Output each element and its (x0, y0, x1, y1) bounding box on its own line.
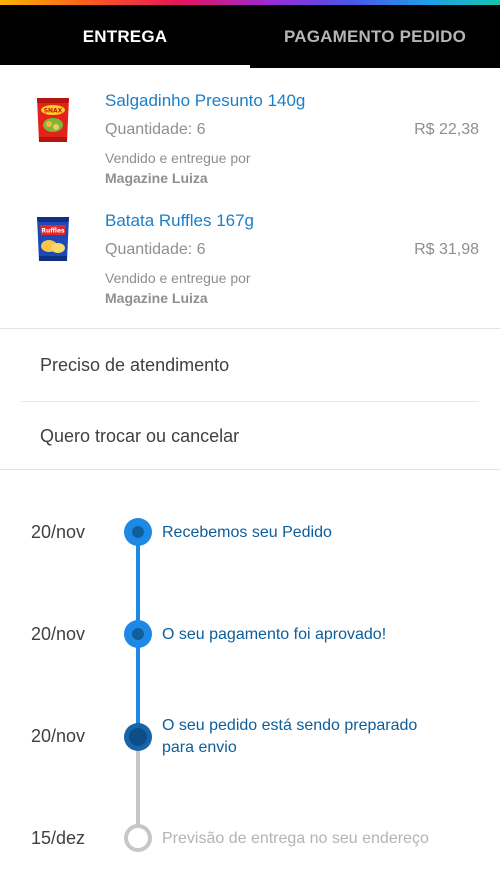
tab-entrega[interactable]: ENTREGA (0, 5, 250, 68)
product-quantity: Quantidade: 6 (105, 121, 206, 138)
svg-text:Ruffles: Ruffles (41, 228, 65, 235)
timeline-date: 20/nov (31, 726, 86, 746)
timeline-current-dot-icon (124, 723, 152, 751)
sold-by-label: Vendido e entregue por (105, 270, 251, 286)
delivery-timeline: 20/nov Recebemos seu Pedido 20/nov O seu… (0, 470, 500, 880)
exchange-cancel-link[interactable]: Quero trocar ou cancelar (40, 426, 239, 447)
product-item[interactable]: SNAX Salgadinho Presunto 140g Quantidade… (0, 68, 500, 193)
timeline-date: 20/nov (31, 624, 86, 644)
timeline-done-dot-icon (124, 518, 152, 546)
timeline-pending-line (136, 737, 140, 837)
timeline-done-dot-icon (124, 620, 152, 648)
seller-name: Magazine Luiza (105, 170, 208, 186)
product-name[interactable]: Batata Ruffles 167g (105, 211, 254, 231)
timeline-event: Recebemos seu Pedido (162, 524, 332, 541)
sold-by-label: Vendido e entregue por (105, 150, 251, 166)
timeline-event: O seu pedido está sendo preparado para e… (162, 715, 417, 759)
tab-pagamento-pedido[interactable]: PAGAMENTO PEDIDO (250, 5, 500, 68)
product-price: R$ 31,98 (414, 241, 479, 258)
divider (0, 328, 500, 329)
tab-entrega-label: ENTREGA (82, 26, 168, 46)
divider (21, 401, 479, 402)
product-item[interactable]: Ruffles Batata Ruffles 167g Quantidade: … (0, 188, 500, 318)
timeline-date: 15/dez (31, 828, 86, 848)
timeline-event: O seu pagamento foi aprovado! (162, 626, 387, 643)
timeline-event-line: para envio (162, 739, 237, 756)
product-quantity: Quantidade: 6 (105, 241, 206, 258)
product-price: R$ 22,38 (414, 121, 479, 138)
snack-bag-red-icon: SNAX (34, 96, 72, 144)
seller-name: Magazine Luiza (105, 290, 208, 306)
svg-text:SNAX: SNAX (44, 108, 63, 115)
tab-bar: ENTREGA PAGAMENTO PEDIDO (0, 5, 500, 68)
timeline-pending-dot-icon (124, 824, 152, 852)
product-name[interactable]: Salgadinho Presunto 140g (105, 91, 305, 111)
timeline-date: 20/nov (31, 522, 86, 542)
snack-bag-blue-icon: Ruffles (34, 215, 72, 263)
tab-pagamento-label: PAGAMENTO PEDIDO (283, 26, 467, 46)
timeline-event: Previsão de entrega no seu endereço (162, 830, 429, 847)
support-link[interactable]: Preciso de atendimento (40, 355, 229, 376)
timeline-event-line: O seu pedido está sendo preparado (162, 717, 418, 734)
